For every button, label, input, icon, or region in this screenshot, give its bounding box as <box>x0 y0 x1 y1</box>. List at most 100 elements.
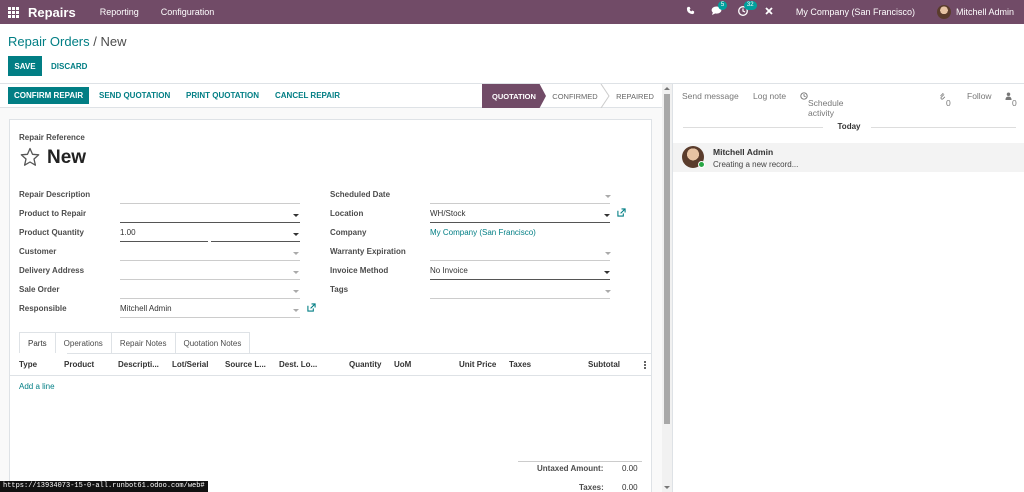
location-input[interactable]: WH/Stock <box>430 209 466 218</box>
product-dropdown-caret-icon[interactable] <box>293 214 299 217</box>
customer-caret-icon[interactable] <box>293 252 299 255</box>
user-avatar <box>936 5 951 19</box>
external-link-icon[interactable] <box>307 303 316 312</box>
breadcrumb-separator: / <box>89 34 101 49</box>
scrollbar-thumb[interactable] <box>664 94 670 424</box>
col-taxes[interactable]: Taxes <box>509 360 531 369</box>
message-body: Creating a new record... <box>713 160 799 169</box>
tab-quotation-notes[interactable]: Quotation Notes <box>174 332 251 353</box>
col-product[interactable]: Product <box>64 360 94 369</box>
log-note-button[interactable]: Log note <box>753 91 786 101</box>
scheduled-date-caret-icon[interactable] <box>605 195 611 198</box>
stage-repaired[interactable]: REPAIRED <box>608 84 662 108</box>
scroll-down-icon[interactable] <box>664 486 670 489</box>
scheduled-date-input[interactable] <box>430 203 610 204</box>
paperclip-icon <box>940 92 946 100</box>
taxes-value: 0.00 <box>622 483 638 492</box>
invoice-method-label: Invoice Method <box>330 266 389 275</box>
sale-order-input[interactable] <box>120 298 300 299</box>
schedule-activity-button[interactable]: Schedule activity <box>800 91 843 118</box>
location-external-link-icon[interactable] <box>617 208 626 217</box>
uom-caret-icon[interactable] <box>293 233 299 236</box>
attachments-button[interactable]: 0 <box>939 91 951 108</box>
chatter-message: Mitchell Admin Creating a new record... <box>673 143 1024 172</box>
col-lot-serial[interactable]: Lot/Serial <box>172 360 208 369</box>
col-description[interactable]: Descripti... <box>118 360 159 369</box>
col-quantity[interactable]: Quantity <box>349 360 381 369</box>
menu-configuration[interactable]: Configuration <box>161 7 215 17</box>
tab-divider <box>67 353 651 354</box>
follow-button[interactable]: Follow <box>967 91 992 101</box>
clock-icon <box>800 92 808 100</box>
form-scrollbar[interactable] <box>662 84 672 492</box>
message-author[interactable]: Mitchell Admin <box>713 147 773 157</box>
responsible-label: Responsible <box>19 304 67 313</box>
control-panel: Repair Orders / New SAVE DISCARD <box>0 24 1024 84</box>
delivery-address-caret-icon[interactable] <box>293 271 299 274</box>
col-dest-location[interactable]: Dest. Lo... <box>279 360 317 369</box>
col-uom[interactable]: UoM <box>394 360 411 369</box>
col-type[interactable]: Type <box>19 360 37 369</box>
responsible-caret-icon[interactable] <box>293 309 299 312</box>
product-to-repair-input[interactable] <box>120 222 300 223</box>
untaxed-amount-value: 0.00 <box>622 464 638 473</box>
tags-caret-icon[interactable] <box>605 290 611 293</box>
breadcrumb-repair-orders[interactable]: Repair Orders <box>8 34 90 49</box>
scroll-up-icon[interactable] <box>664 87 670 90</box>
tab-operations[interactable]: Operations <box>54 332 112 353</box>
repair-reference-label: Repair Reference <box>19 133 85 142</box>
col-unit-price[interactable]: Unit Price <box>459 360 496 369</box>
print-quotation-button[interactable]: PRINT QUOTATION <box>186 87 259 104</box>
table-header-divider <box>10 375 651 376</box>
company-link[interactable]: My Company (San Francisco) <box>430 228 536 237</box>
sale-order-caret-icon[interactable] <box>293 290 299 293</box>
user-menu[interactable]: Mitchell Admin <box>936 5 1014 19</box>
stage-quotation[interactable]: QUOTATION <box>482 84 546 108</box>
activities-badge: 32 <box>743 0 757 10</box>
delivery-address-input[interactable] <box>120 279 300 280</box>
col-subtotal[interactable]: Subtotal <box>588 360 620 369</box>
star-icon[interactable] <box>20 147 40 167</box>
status-url-tooltip: https://13934073-15-0-all.runbot61.odoo.… <box>0 481 208 492</box>
chatter-topbar: Send message Log note Schedule activity … <box>673 84 1024 118</box>
send-quotation-button[interactable]: SEND QUOTATION <box>99 87 170 104</box>
confirm-repair-button[interactable]: CONFIRM REPAIR <box>8 87 90 104</box>
warranty-expiration-input[interactable] <box>430 260 610 261</box>
tab-parts[interactable]: Parts <box>19 332 56 353</box>
warranty-caret-icon[interactable] <box>605 252 611 255</box>
col-source-location[interactable]: Source L... <box>225 360 266 369</box>
tags-input[interactable] <box>430 298 610 299</box>
customer-label: Customer <box>19 247 57 256</box>
uom-select[interactable] <box>211 241 300 242</box>
send-message-button[interactable]: Send message <box>682 91 739 101</box>
totals-divider <box>518 461 642 462</box>
stage-confirmed[interactable]: CONFIRMED <box>546 84 604 108</box>
debug-close-icon[interactable] <box>756 6 782 18</box>
responsible-input[interactable]: Mitchell Admin <box>120 304 172 313</box>
location-caret-icon[interactable] <box>604 214 610 217</box>
notebook-tabs: Parts Operations Repair Notes Quotation … <box>19 332 251 353</box>
form-view: Repair Reference New Repair Description … <box>0 108 662 492</box>
app-menu-button[interactable] <box>0 0 26 24</box>
tab-repair-notes[interactable]: Repair Notes <box>110 332 176 353</box>
invoice-method-select[interactable]: No Invoice <box>430 266 468 275</box>
column-options-icon[interactable] <box>643 360 647 370</box>
activities-icon[interactable]: 32 <box>730 0 757 19</box>
repair-description-input[interactable] <box>120 203 300 204</box>
invoice-method-caret-icon[interactable] <box>604 271 610 274</box>
followers-button[interactable]: 0 <box>1005 91 1017 108</box>
save-button[interactable]: SAVE <box>8 56 42 76</box>
customer-input[interactable] <box>120 260 300 261</box>
menu-reporting[interactable]: Reporting <box>100 7 139 17</box>
app-name[interactable]: Repairs <box>28 5 76 20</box>
product-to-repair-label: Product to Repair <box>19 209 87 218</box>
breadcrumb: Repair Orders / New <box>8 34 127 49</box>
add-line-link[interactable]: Add a line <box>19 382 55 391</box>
phone-icon[interactable] <box>678 6 704 18</box>
cancel-repair-button[interactable]: CANCEL REPAIR <box>275 87 340 104</box>
messages-icon[interactable]: 5 <box>704 1 730 18</box>
discard-button[interactable]: DISCARD <box>51 56 87 76</box>
product-quantity-input[interactable]: 1.00 <box>120 228 136 237</box>
company-switcher[interactable]: My Company (San Francisco) <box>796 7 915 17</box>
responsible-underline <box>120 317 300 318</box>
